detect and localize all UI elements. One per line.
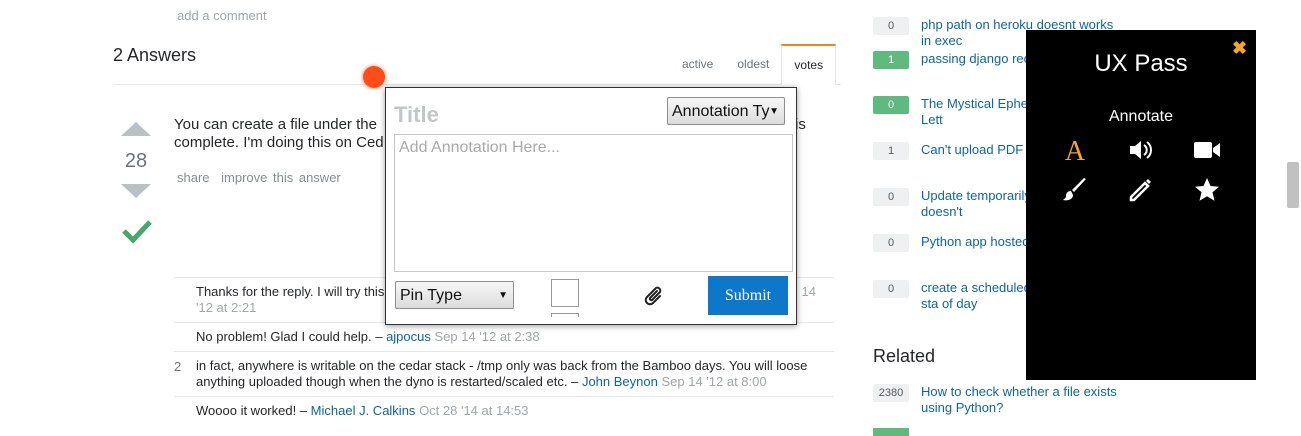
linked-score-badge: 0 [873, 280, 909, 298]
ux-pass-panel: ✖ UX Pass Annotate A [1026, 30, 1256, 380]
comment-text: Thanks for the reply. I will try this [196, 284, 385, 299]
dropdown-caret-icon: ▼ [498, 290, 508, 301]
linked-score-badge: 1 [873, 142, 909, 160]
pin-type-value: Pin Type [400, 287, 462, 304]
related-score-badge: 2380 [873, 384, 909, 402]
related-question-link[interactable]: How to check whether a file exists using… [921, 384, 1121, 416]
pencil-icon[interactable] [1126, 176, 1154, 204]
paperclip-icon[interactable] [644, 284, 666, 308]
annotation-pin[interactable] [363, 66, 385, 88]
comment-date: Oct 28 '14 at 14:53 [419, 403, 529, 418]
annotation-type-value: Annotation Ty [672, 103, 770, 120]
related-title: Related [873, 346, 936, 366]
comment-date-tail: 14 [801, 284, 816, 299]
comment-item: No problem! Glad I could help. – ajpocus… [174, 322, 834, 351]
vote-count: 28 [124, 150, 148, 172]
audio-icon[interactable] [1126, 136, 1154, 164]
tab-votes[interactable]: votes [781, 44, 837, 85]
color-picker-secondary[interactable] [551, 313, 579, 317]
answers-count-title: 2 Answers [113, 45, 197, 65]
add-comment-link[interactable]: add a comment [177, 8, 267, 23]
linked-score-badge: 0 [873, 188, 909, 206]
linked-score-badge: 0 [873, 96, 909, 114]
downvote-arrow-icon[interactable] [121, 184, 151, 198]
sort-tabs: active oldest votes [670, 44, 837, 85]
annotate-label: Annotate [1108, 108, 1174, 125]
annotation-type-select[interactable]: Annotation Ty ▼ [667, 97, 785, 125]
tab-oldest[interactable]: oldest [725, 44, 781, 84]
comment-date: Sep 14 '12 at 8:00 [661, 374, 767, 389]
comment-user-link[interactable]: Michael J. Calkins [311, 403, 416, 418]
share-link[interactable]: share [177, 170, 210, 185]
text-icon[interactable]: A [1061, 136, 1089, 164]
annotation-dialog: Title Annotation Ty ▼ Add Annotation Her… [385, 87, 797, 325]
submit-button[interactable]: Submit [708, 276, 788, 315]
ux-pass-title: UX Pass [1094, 50, 1188, 77]
improve-answer-link[interactable]: improve this answer [221, 170, 341, 185]
color-picker[interactable] [551, 279, 579, 307]
annotation-title-input[interactable]: Title [394, 102, 439, 128]
pin-type-select[interactable]: Pin Type ▼ [395, 281, 514, 309]
comment-text: No problem! Glad I could help. – [196, 329, 383, 344]
video-icon[interactable] [1193, 136, 1221, 164]
comment-user-link[interactable]: ajpocus [386, 329, 431, 344]
accepted-checkmark-icon [122, 220, 152, 244]
comment-score: 2 [174, 359, 182, 374]
comment-text: Woooo it worked! – [196, 403, 308, 418]
svg-text:A: A [1065, 137, 1086, 163]
brush-icon[interactable] [1061, 176, 1089, 204]
upvote-arrow-icon[interactable] [121, 122, 151, 136]
page-scrollbar[interactable] [1287, 162, 1299, 208]
linked-score-badge: 0 [873, 234, 909, 252]
comment-item: 2 in fact, anywhere is writable on the c… [174, 351, 834, 396]
annotation-body-textarea[interactable]: Add Annotation Here... [394, 134, 793, 272]
linked-score-badge: 0 [873, 17, 909, 35]
tab-active[interactable]: active [670, 44, 725, 84]
dropdown-caret-icon: ▼ [769, 106, 779, 117]
star-icon[interactable] [1193, 176, 1221, 204]
comment-user-link[interactable]: John Beynon [582, 374, 658, 389]
comment-date: Sep 14 '12 at 2:38 [434, 329, 540, 344]
comment-item: Woooo it worked! – Michael J. Calkins Oc… [174, 396, 834, 425]
linked-score-badge: 1 [873, 51, 909, 69]
post-menu: share improve this answer [177, 170, 347, 185]
